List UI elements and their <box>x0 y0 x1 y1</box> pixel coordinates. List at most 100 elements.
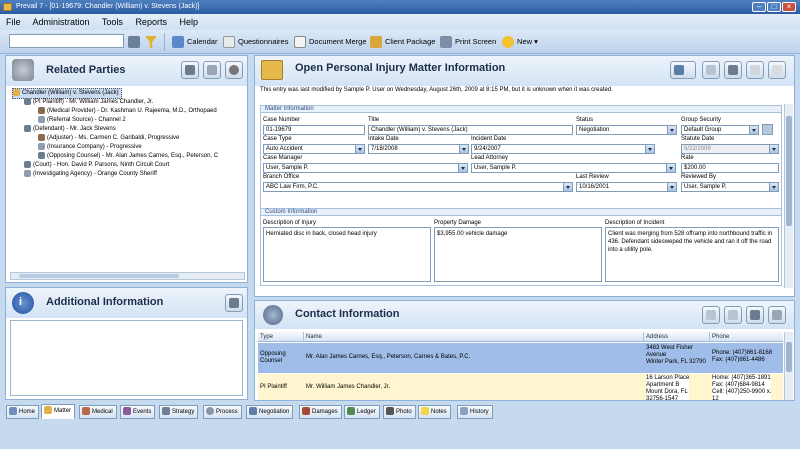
tab-negotiation[interactable]: Negotiation <box>246 405 294 419</box>
contact-scrollbar[interactable] <box>784 332 793 400</box>
fax-contact-button[interactable] <box>768 306 786 324</box>
matter-scrollbar[interactable] <box>784 104 793 288</box>
property-damage-textarea[interactable]: $3,955.00 vehicle damage <box>434 227 602 282</box>
tab-ledger[interactable]: Ledger <box>344 405 380 419</box>
chevron-down-icon <box>749 126 758 134</box>
menu-tools[interactable]: Tools <box>102 17 123 27</box>
matter-info-section: Matter Information Case Number 01-19679 … <box>260 105 782 212</box>
security-lock-icon[interactable] <box>762 124 773 135</box>
tab-damages[interactable]: Damages <box>299 405 342 419</box>
document-merge-button[interactable]: Document Merge <box>294 34 367 50</box>
print-contact-button[interactable] <box>746 306 764 324</box>
tab-process[interactable]: Process <box>203 405 242 419</box>
case-manager-select[interactable]: User, Sample P. <box>263 163 468 173</box>
tree-item-plaintiff[interactable]: (PI Plaintiff) - Mr. William James Chand… <box>24 98 153 107</box>
tree-item-defendant[interactable]: (Defendant) - Mr. Jack Stevens <box>24 125 116 134</box>
remove-party-button[interactable] <box>225 61 243 79</box>
edit-matter-button[interactable] <box>746 61 764 79</box>
reviewed-by-label: Reviewed By <box>681 174 717 180</box>
printer-icon <box>229 298 239 308</box>
table-row[interactable]: PI Plaintiff Mr. William James Chandler,… <box>258 374 783 400</box>
preview-button[interactable] <box>702 61 720 79</box>
tree-item-adjuster[interactable]: (Adjuster) - Ms. Carmen C. Garibaldi, Pr… <box>38 134 179 143</box>
preview-contact-button[interactable] <box>724 306 742 324</box>
lead-attorney-label: Lead Attorney <box>471 155 509 161</box>
tree-item-medical-provider[interactable]: (Medical Provider) - Dr. Kashman U. Raje… <box>38 107 217 116</box>
calendar-button[interactable]: Calendar <box>172 34 217 50</box>
document-icon <box>294 36 306 49</box>
maximize-button[interactable]: □ <box>767 2 781 12</box>
documents-dropdown-button[interactable] <box>670 61 696 79</box>
erase-matter-button[interactable] <box>768 61 786 79</box>
menu-reports[interactable]: Reports <box>135 17 167 27</box>
medical-icon <box>82 407 90 416</box>
menu-help[interactable]: Help <box>179 17 198 27</box>
printer-icon <box>185 65 195 75</box>
print-parties-button[interactable] <box>181 61 199 79</box>
tab-photo[interactable]: Photo <box>383 405 416 419</box>
matter-title: Open Personal Injury Matter Information <box>295 62 506 74</box>
case-type-select[interactable]: Auto Accident <box>263 144 365 154</box>
calendar-icon <box>172 36 184 49</box>
row-phone: Phone: (407)861-8168 Fax: (407)861-4486 <box>712 350 773 363</box>
chevron-down-icon <box>645 145 654 153</box>
case-type-label: Case Type <box>263 136 292 142</box>
additional-info-text[interactable] <box>10 320 243 396</box>
tab-matter[interactable]: Matter <box>41 404 76 419</box>
history-icon <box>460 407 468 416</box>
minimize-button[interactable]: – <box>752 2 766 12</box>
tab-events[interactable]: Events <box>120 405 156 419</box>
binoculars-icon[interactable] <box>128 36 140 48</box>
intake-date-field[interactable]: 7/18/2008 <box>368 144 469 154</box>
camera-icon <box>386 407 394 416</box>
tab-notes[interactable]: Notes <box>418 405 451 419</box>
tree-item-referral-source[interactable]: (Referral Source) - Channel 2 <box>38 116 126 125</box>
title-field[interactable]: Chandler (William) v. Stevens (Jack) <box>368 125 573 135</box>
reviewed-by-select[interactable]: User, Sample P. <box>681 182 779 192</box>
menu-administration[interactable]: Administration <box>33 17 90 27</box>
tab-home[interactable]: Home <box>6 405 40 419</box>
filter-icon[interactable] <box>145 36 157 48</box>
menu-file[interactable]: File <box>6 17 21 27</box>
client-package-button[interactable]: Client Package <box>370 34 435 50</box>
tree-item-opposing-counsel[interactable]: (Opposing Counsel) - Mr. Alan James Carn… <box>38 152 218 161</box>
building-icon <box>24 170 31 177</box>
incident-date-field[interactable]: 9/24/2007 <box>471 144 655 154</box>
attach-party-button[interactable] <box>203 61 221 79</box>
close-button[interactable]: × <box>782 2 796 12</box>
magnifier-icon <box>728 310 738 320</box>
contact-panel: Contact Information Type Name Address Ph… <box>254 300 795 401</box>
status-select[interactable]: Negotiation <box>576 125 677 135</box>
tab-history[interactable]: History <box>457 405 493 419</box>
tree-item-investigating-agency[interactable]: (Investigating Agency) - Orange County S… <box>24 170 157 179</box>
eraser-icon <box>772 65 782 75</box>
folder-contact-button[interactable] <box>702 306 720 324</box>
lead-attorney-select[interactable]: User, Sample P. <box>471 163 676 173</box>
tree-item-insurance-company[interactable]: (Insurance Company) - Progressive <box>38 143 142 152</box>
search-input[interactable] <box>9 34 124 48</box>
rate-field[interactable]: $200.00 <box>681 163 779 173</box>
injury-textarea[interactable]: Herniated disc in back, closed head inju… <box>263 227 431 282</box>
print-matter-button[interactable] <box>724 61 742 79</box>
print-additional-button[interactable] <box>225 294 243 312</box>
branch-office-select[interactable]: ABC Law Firm, P.C. <box>263 182 573 192</box>
paperclip-icon <box>207 65 217 75</box>
tree-horizontal-scrollbar[interactable] <box>10 272 245 280</box>
tab-strategy[interactable]: Strategy <box>159 405 199 419</box>
tab-medical[interactable]: Medical <box>79 405 117 419</box>
column-name[interactable]: Name <box>304 332 644 342</box>
statute-date-label: Statute Date <box>681 136 715 142</box>
column-address[interactable]: Address <box>644 332 710 342</box>
questionnaires-button[interactable]: Questionnaires <box>223 34 288 50</box>
print-screen-button[interactable]: Print Screen <box>440 34 496 50</box>
table-row[interactable]: Opposing Counsel Mr. Alan James Carnes, … <box>258 343 783 373</box>
related-parties-header: Related Parties <box>6 56 247 86</box>
last-review-field[interactable]: 10/16/2001 <box>576 182 677 192</box>
group-security-select[interactable]: Default Group <box>681 125 759 135</box>
column-phone[interactable]: Phone <box>710 332 783 342</box>
tree-item-court[interactable]: (Court) - Hon. David P. Parsons, Ninth C… <box>24 161 169 170</box>
case-number-field[interactable]: 01-19679 <box>263 125 365 135</box>
incident-textarea[interactable]: Client was merging from 528 offramp into… <box>605 227 779 282</box>
new-button[interactable]: New ▾ <box>502 34 538 50</box>
column-type[interactable]: Type <box>258 332 304 342</box>
